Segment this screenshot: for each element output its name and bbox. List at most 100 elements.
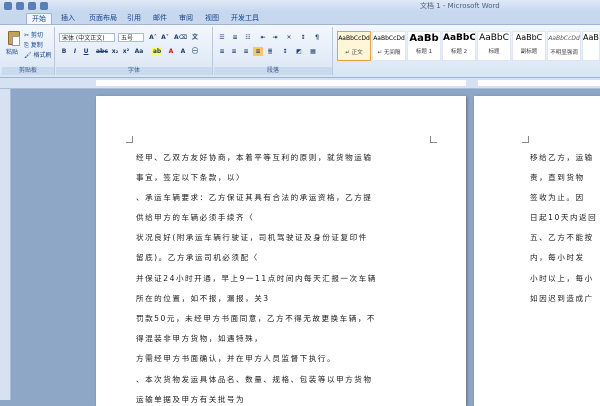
multilevel-list-icon[interactable]: ☷ xyxy=(243,33,253,42)
font-size-select[interactable]: 五号 xyxy=(118,33,144,42)
paragraph-group: ☰ ≡ ☷ ⇤ ⇥ ✕ ↕ ¶ ≡ ≡ ≡ ≡ ≣ ↕ ◩ ▦ 段落 xyxy=(214,27,333,75)
clear-format-icon[interactable]: A⌫ xyxy=(174,33,187,42)
text-line: 并保证24小时开通，早上9一11点时间内每天汇报一次车辆 xyxy=(136,274,377,283)
clipboard-group: 粘贴 ✂ 剪切 ⎘ 复制 🖌 格式刷 剪贴板 xyxy=(2,27,55,75)
vertical-ruler[interactable] xyxy=(0,89,11,400)
format-painter-button[interactable]: 🖌 格式刷 xyxy=(24,50,52,59)
style-sample: AaBbCcDd xyxy=(338,35,370,42)
line-spacing-icon[interactable]: ↕ xyxy=(280,47,290,56)
window-title: 文档 1 - Microsoft Word xyxy=(420,2,500,10)
paste-icon xyxy=(8,31,20,46)
redo-icon[interactable] xyxy=(40,2,48,10)
align-right-icon[interactable]: ≡ xyxy=(241,47,251,56)
horizontal-ruler[interactable] xyxy=(0,78,600,89)
clipboard-group-label: 剪贴板 xyxy=(2,67,54,75)
style-sample: AaBbC xyxy=(583,33,599,42)
align-left-icon[interactable]: ≡ xyxy=(217,47,227,56)
style-name: 标题 xyxy=(488,49,500,55)
style-name: 不明显强调 xyxy=(550,50,578,56)
style-subtitle[interactable]: AaBbC 副标题 xyxy=(512,31,546,61)
underline-icon[interactable]: U xyxy=(81,47,91,56)
style-no-spacing[interactable]: AaBbCcDd ↵ 无间隔 xyxy=(372,31,406,61)
tab-home[interactable]: 开始 xyxy=(26,13,52,24)
bold-icon[interactable]: B xyxy=(59,47,69,56)
paragraph-group-label: 段落 xyxy=(214,67,332,75)
font-group: 宋体 (中文正文) 五号 A˄ A˅ A⌫ 文 B I U abc x₂ x² … xyxy=(56,27,213,75)
copy-label: 复制 xyxy=(30,42,43,49)
change-case-icon[interactable]: Aa xyxy=(134,47,144,56)
strikethrough-icon[interactable]: abc xyxy=(96,47,108,56)
shading-icon[interactable]: ◩ xyxy=(294,47,304,56)
margin-corner-mark xyxy=(126,136,133,143)
tab-mailings[interactable]: 邮件 xyxy=(148,13,172,23)
format-painter-label: 格式刷 xyxy=(33,52,52,59)
document-page[interactable]: 经甲、乙双方友好协商，本着平等互利的原则，就货物运输 事宜，签定以下条款，以〉 … xyxy=(96,96,466,406)
paste-button[interactable]: 粘贴 xyxy=(5,29,21,56)
character-shading-icon[interactable]: A xyxy=(178,47,188,56)
ruler-text-area xyxy=(478,80,600,86)
tab-references[interactable]: 引用 xyxy=(122,13,146,23)
document-page[interactable]: 移给乙方，运输 责，直到货物 签收为止。因 日起10天内返回 五、乙方不能按 内… xyxy=(474,96,600,406)
text-line: 如因迟到造成广 xyxy=(530,294,594,303)
distributed-icon[interactable]: ≣ xyxy=(265,47,275,56)
tab-insert[interactable]: 插入 xyxy=(56,13,80,23)
enclose-characters-icon[interactable]: ㊀ xyxy=(190,47,200,56)
text-line: 签收为止。因 xyxy=(530,193,585,202)
text-line: 事宜，签定以下条款，以〉 xyxy=(136,173,246,182)
cut-button[interactable]: ✂ 剪切 xyxy=(24,30,43,39)
text-line: 得混装非甲方货物，如遇特殊， xyxy=(136,334,264,343)
decrease-indent-icon[interactable]: ⇤ xyxy=(258,33,268,42)
title-bar: 文档 1 - Microsoft Word xyxy=(0,0,600,12)
style-name: ↵ 正文 xyxy=(345,50,363,56)
increase-indent-icon[interactable]: ⇥ xyxy=(270,33,280,42)
text-line: 状况良好(附承运车辆行驶证，司机驾驶证及身份证复印件 xyxy=(136,233,368,242)
style-title[interactable]: AaBbC 标题 xyxy=(477,31,511,61)
style-heading-1[interactable]: AaBb 标题 1 xyxy=(407,31,441,61)
subscript-icon[interactable]: x₂ xyxy=(110,47,120,56)
style-name: 标题 1 xyxy=(415,49,433,55)
style-subtle-emphasis[interactable]: AaBbCcDd 不明显强调 xyxy=(547,31,581,61)
superscript-icon[interactable]: x² xyxy=(121,47,131,56)
highlight-icon[interactable]: ab xyxy=(152,47,162,56)
text-line: 、本次货物发运具体品名、数量、规格、包装等以甲方货物 xyxy=(136,375,373,384)
align-center-icon[interactable]: ≡ xyxy=(229,47,239,56)
quick-access-toolbar xyxy=(4,2,48,10)
ribbon-tabs: 开始 插入 页面布局 引用 邮件 审阅 视图 开发工具 xyxy=(0,12,600,25)
margin-corner-mark xyxy=(522,136,529,143)
bullets-icon[interactable]: ☰ xyxy=(217,33,227,42)
show-marks-icon[interactable]: ¶ xyxy=(312,33,322,42)
borders-icon[interactable]: ▦ xyxy=(308,47,318,56)
tab-developer[interactable]: 开发工具 xyxy=(226,13,264,23)
style-heading-2[interactable]: AaBbC 标题 2 xyxy=(442,31,476,61)
justify-icon[interactable]: ≡ xyxy=(253,47,263,56)
style-more[interactable]: AaBbC xyxy=(582,31,600,61)
cut-label: 剪切 xyxy=(30,32,43,39)
margin-corner-mark xyxy=(430,136,437,143)
tab-page-layout[interactable]: 页面布局 xyxy=(84,13,122,23)
text-line: 所在的位置，如不报，漏报，关3 xyxy=(136,294,270,303)
undo-icon[interactable] xyxy=(28,2,36,10)
save-icon[interactable] xyxy=(16,2,24,10)
chinese-layout-icon[interactable]: ✕ xyxy=(284,33,294,42)
sort-icon[interactable]: ↕ xyxy=(298,33,308,42)
text-line: 罚款50元，未经甲方书面同意，乙方不得无故更换车辆，不 xyxy=(136,314,377,323)
font-name-select[interactable]: 宋体 (中文正文) xyxy=(59,33,115,42)
italic-icon[interactable]: I xyxy=(70,47,80,56)
text-line: 方需经甲方书面确认，并在甲方人员监督下执行。 xyxy=(136,354,337,363)
style-normal[interactable]: AaBbCcDd ↵ 正文 xyxy=(337,31,371,61)
grow-font-icon[interactable]: A˄ xyxy=(148,33,158,42)
style-sample: AaBbC xyxy=(443,33,475,43)
style-sample: AaBbC xyxy=(515,33,543,42)
font-color-icon[interactable]: A xyxy=(166,47,176,56)
shrink-font-icon[interactable]: A˅ xyxy=(160,33,170,42)
tab-view[interactable]: 视图 xyxy=(200,13,224,23)
tab-review[interactable]: 审阅 xyxy=(174,13,198,23)
phonetic-guide-icon[interactable]: 文 xyxy=(190,33,200,42)
style-sample: AaBbCcDd xyxy=(373,35,405,42)
font-group-label: 字体 xyxy=(56,67,212,75)
paste-label: 粘贴 xyxy=(6,49,19,56)
office-button-icon[interactable] xyxy=(4,2,12,10)
copy-button[interactable]: ⎘ 复制 xyxy=(24,40,43,50)
numbering-icon[interactable]: ≡ xyxy=(230,33,240,42)
text-line: 责，直到货物 xyxy=(530,173,585,182)
